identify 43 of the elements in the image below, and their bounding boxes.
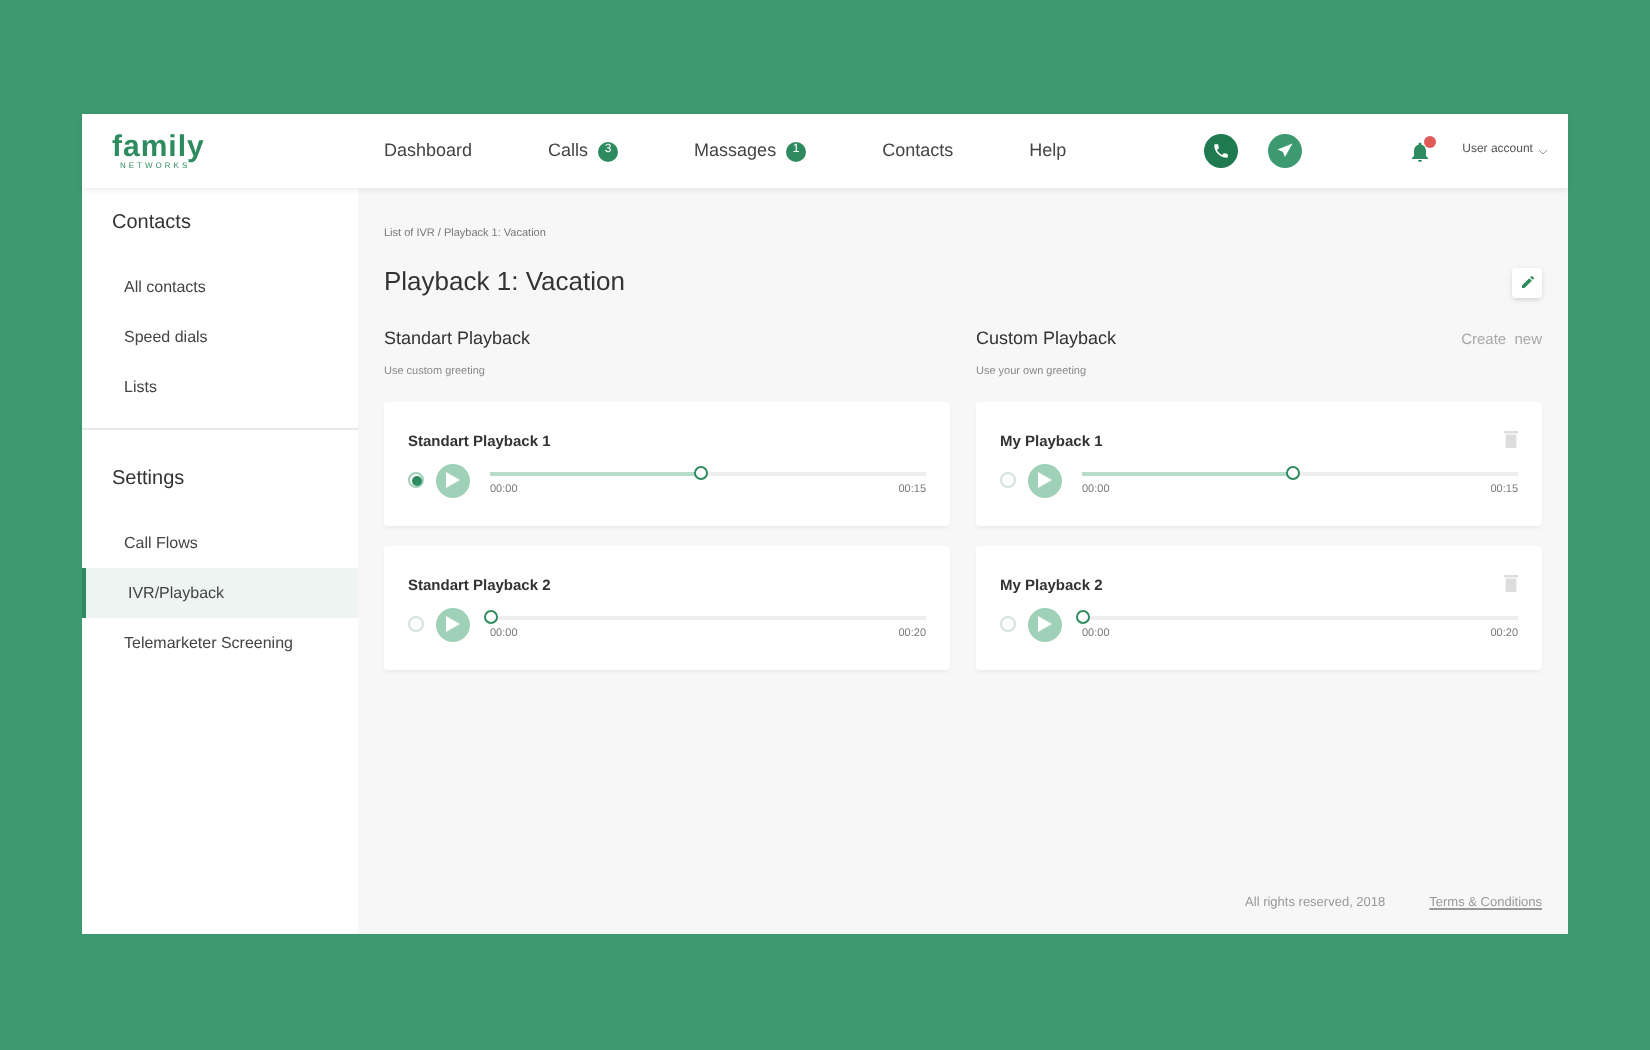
phone-icon xyxy=(1212,142,1231,160)
sidebar-item[interactable]: IVR/Playback xyxy=(82,568,358,618)
caret-icon xyxy=(1538,147,1549,155)
trash-icon[interactable] xyxy=(1504,573,1518,591)
trash-icon[interactable] xyxy=(1504,429,1518,447)
sidebar-item[interactable]: Telemarketer Screening xyxy=(82,618,358,668)
notification-button[interactable] xyxy=(1408,139,1433,163)
sidebar-heading: Contacts xyxy=(110,210,193,238)
sidebar-heading: Settings xyxy=(110,466,187,494)
play-button[interactable] xyxy=(1028,463,1062,498)
pencil-icon xyxy=(1519,274,1535,290)
phone-button[interactable] xyxy=(1204,134,1239,168)
slider-thumb[interactable] xyxy=(484,610,498,625)
radio-button[interactable] xyxy=(408,616,424,633)
page-title: Playback 1: Vacation xyxy=(384,264,625,301)
nav-link[interactable]: Dashboard xyxy=(384,137,473,165)
radio-button[interactable] xyxy=(1000,616,1016,633)
play-button[interactable] xyxy=(1028,607,1062,642)
progress-track[interactable] xyxy=(490,471,926,476)
sidebar-item[interactable]: Call Flows xyxy=(82,518,358,568)
bell-icon xyxy=(1408,139,1433,163)
sidebar-item[interactable]: Speed dials xyxy=(82,312,358,362)
send-button[interactable] xyxy=(1268,134,1303,168)
progress-track[interactable] xyxy=(1082,471,1518,476)
sidebar-item[interactable]: Lists xyxy=(82,362,358,412)
play-button[interactable] xyxy=(436,463,470,498)
edit-button[interactable] xyxy=(1512,267,1542,297)
sidebar-item[interactable]: All contacts xyxy=(82,262,358,312)
slider-thumb[interactable] xyxy=(693,466,708,481)
paper-plane-icon xyxy=(1276,142,1295,160)
nav-link[interactable]: Contacts xyxy=(882,137,954,165)
slider-thumb[interactable] xyxy=(1076,610,1090,625)
play-icon xyxy=(1038,616,1052,633)
nav-link[interactable]: Help xyxy=(1029,137,1067,165)
slider-thumb[interactable] xyxy=(1285,466,1300,481)
section-title: Custom Playback xyxy=(976,325,1117,352)
play-icon xyxy=(446,616,460,633)
play-button[interactable] xyxy=(436,607,470,642)
section-title: Standart Playback xyxy=(384,325,531,352)
radio-button[interactable] xyxy=(1000,472,1016,489)
radio-button[interactable] xyxy=(408,472,424,489)
play-icon xyxy=(446,472,460,489)
play-icon xyxy=(1038,472,1052,489)
